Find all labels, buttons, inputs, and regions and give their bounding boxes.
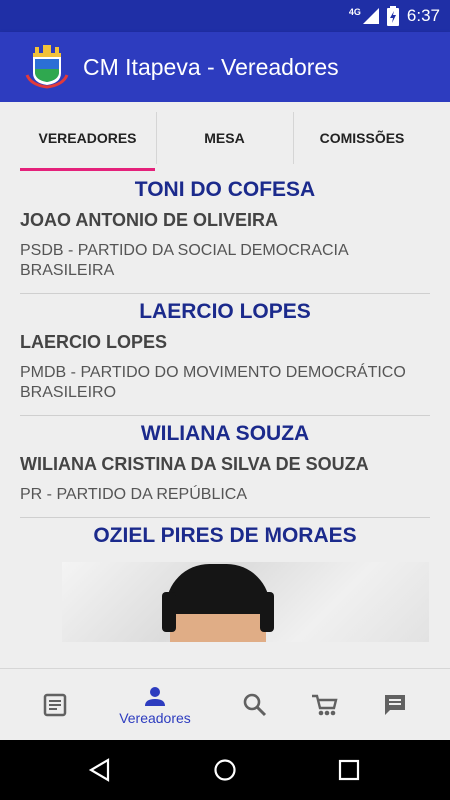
councilor-party: PR - PARTIDO DA REPÚBLICA <box>20 486 248 503</box>
councilor-full-name: WILIANA CRISTINA DA SILVA DE SOUZA <box>20 454 369 474</box>
councilor-card[interactable]: LAERCIO LOPES LAERCIO LOPES PMDB - PARTI… <box>20 294 430 416</box>
tab-mesa-label: MESA <box>204 130 245 146</box>
home-button[interactable] <box>207 752 243 788</box>
tab-comissoes[interactable]: COMISSÕES <box>294 112 430 164</box>
councilor-card[interactable]: OZIEL PIRES DE MORAES <box>20 518 430 642</box>
nav-vereadores-label: Vereadores <box>119 710 191 726</box>
system-navigation-bar <box>0 740 450 800</box>
photo-hair <box>260 592 274 632</box>
back-icon <box>88 758 110 782</box>
app-bar: CM Itapeva - Vereadores <box>0 32 450 102</box>
tab-bar: VEREADORES MESA COMISSÕES <box>0 102 450 172</box>
nav-news[interactable] <box>15 669 95 741</box>
councilor-full-name: LAERCIO LOPES <box>20 332 168 352</box>
councilor-nickname: WILIANA SOUZA <box>140 422 310 445</box>
recents-icon <box>338 759 360 781</box>
cart-icon <box>312 694 338 716</box>
councilor-card[interactable]: TONI DO COFESA JOAO ANTONIO DE OLIVEIRA … <box>20 172 430 294</box>
tab-mesa[interactable]: MESA <box>157 112 292 164</box>
back-button[interactable] <box>82 752 118 788</box>
councilor-photo <box>62 562 429 642</box>
status-bar: 4G 6:37 <box>0 0 450 32</box>
nav-shopping[interactable] <box>284 669 364 741</box>
person-icon <box>145 687 165 706</box>
city-crest-logo <box>25 45 69 89</box>
councilor-card[interactable]: WILIANA SOUZA WILIANA CRISTINA DA SILVA … <box>20 416 430 518</box>
tab-vereadores-label: VEREADORES <box>38 130 137 146</box>
home-icon <box>214 759 236 781</box>
signal-icon <box>362 8 379 24</box>
nav-vereadores[interactable]: Vereadores <box>115 669 195 741</box>
recents-button[interactable] <box>331 752 367 788</box>
councilor-nickname: TONI DO COFESA <box>134 178 316 201</box>
nav-search[interactable] <box>215 669 295 741</box>
councilor-nickname: LAERCIO LOPES <box>139 300 311 323</box>
tab-vereadores[interactable]: VEREADORES <box>20 112 155 164</box>
clock: 6:37 <box>406 6 440 25</box>
councilor-full-name: JOAO ANTONIO DE OLIVEIRA <box>20 210 279 230</box>
bottom-navigation: Vereadores <box>0 668 450 740</box>
selected-tab-indicator <box>20 168 155 171</box>
nav-messages[interactable] <box>355 669 435 741</box>
search-icon <box>243 693 267 717</box>
councilor-party: PSDB - PARTIDO DA SOCIAL DEMOCRACIA BRAS… <box>20 242 348 279</box>
councilor-list[interactable]: TONI DO COFESA JOAO ANTONIO DE OLIVEIRA … <box>0 172 450 668</box>
councilor-nickname: OZIEL PIRES DE MORAES <box>93 524 357 547</box>
network-type-label: 4G <box>348 7 361 17</box>
chat-icon <box>385 695 405 715</box>
photo-hair <box>166 564 270 614</box>
councilor-party: PMDB - PARTIDO DO MOVIMENTO DEMOCRÁTICO … <box>20 364 406 401</box>
app-title: CM Itapeva - Vereadores <box>83 53 339 80</box>
battery-charging-icon <box>386 6 399 26</box>
news-icon <box>43 693 67 717</box>
tab-comissoes-label: COMISSÕES <box>319 130 405 146</box>
photo-hair <box>162 592 176 632</box>
